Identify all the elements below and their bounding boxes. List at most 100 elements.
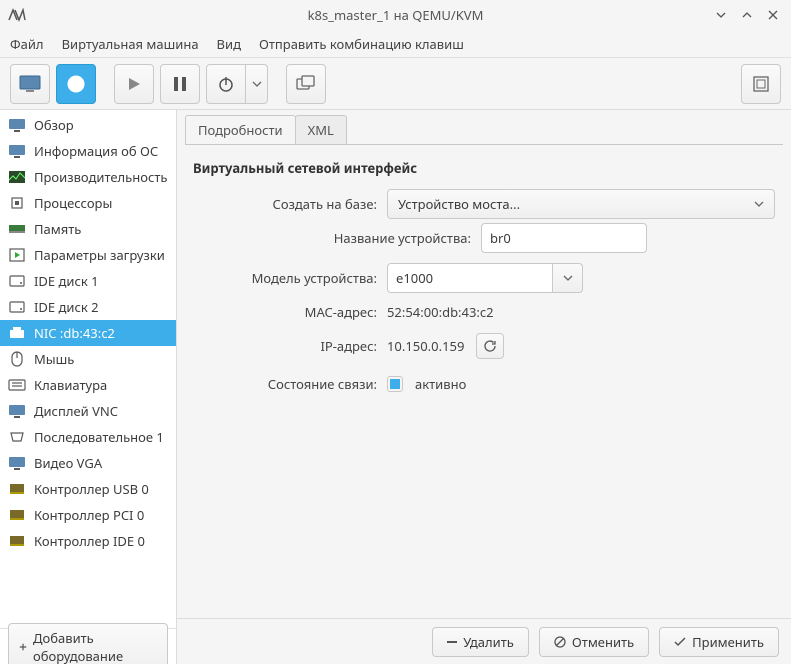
menu-view[interactable]: Вид bbox=[217, 35, 241, 53]
pause-button[interactable] bbox=[160, 64, 200, 104]
boot-icon bbox=[8, 247, 26, 263]
linkstate-value: активно bbox=[415, 375, 466, 393]
mac-label: MAC-адрес: bbox=[193, 303, 379, 321]
device-name-input[interactable]: br0 bbox=[481, 223, 647, 253]
sidebar-item-7[interactable]: IDE диск 2 bbox=[0, 294, 176, 320]
details-panel: Виртуальный сетевой интерфейс Создать на… bbox=[177, 145, 791, 618]
sidebar-item-label: IDE диск 1 bbox=[34, 272, 99, 290]
apply-button[interactable]: Применить bbox=[659, 627, 779, 657]
linkstate-checkbox[interactable] bbox=[387, 376, 403, 392]
plus-icon bbox=[19, 642, 27, 652]
sidebar-item-label: Мышь bbox=[34, 350, 74, 368]
app-icon bbox=[8, 6, 26, 24]
mac-value: 52:54:00:db:43:c2 bbox=[387, 303, 494, 321]
sidebar-item-label: Параметры загрузки bbox=[34, 246, 165, 264]
monitor-icon bbox=[8, 455, 26, 471]
linkstate-label: Состояние связи: bbox=[193, 375, 379, 393]
ctrl-icon bbox=[8, 533, 26, 549]
details-button[interactable] bbox=[56, 64, 96, 104]
window-title: k8s_master_1 на QEMU/KVM bbox=[0, 6, 791, 24]
sidebar-item-1[interactable]: Информация об ОС bbox=[0, 138, 176, 164]
sidebar-item-11[interactable]: Дисплей VNC bbox=[0, 398, 176, 424]
cancel-icon bbox=[554, 636, 566, 648]
sidebar-item-3[interactable]: Процессоры bbox=[0, 190, 176, 216]
sidebar-item-16[interactable]: Контроллер IDE 0 bbox=[0, 528, 176, 554]
sidebar-item-label: Последовательное 1 bbox=[34, 428, 164, 446]
sidebar-item-10[interactable]: Клавиатура bbox=[0, 372, 176, 398]
monitor-icon bbox=[8, 403, 26, 419]
sidebar-item-0[interactable]: Обзор bbox=[0, 112, 176, 138]
check-icon bbox=[674, 637, 686, 647]
toolbar bbox=[0, 58, 791, 110]
mem-icon bbox=[8, 221, 26, 237]
perf-icon bbox=[8, 169, 26, 185]
fullscreen-button[interactable] bbox=[741, 64, 781, 104]
device-model-select[interactable]: e1000 bbox=[387, 263, 583, 293]
keyboard-icon bbox=[8, 377, 26, 393]
close-button[interactable] bbox=[763, 5, 783, 25]
minus-icon bbox=[447, 641, 457, 643]
monitor-icon bbox=[8, 117, 26, 133]
sidebar-item-4[interactable]: Память bbox=[0, 216, 176, 242]
serial-icon bbox=[8, 429, 26, 445]
sidebar: Обзор Информация об ОС Производительность П… bbox=[0, 110, 177, 664]
ip-label: IP-адрес: bbox=[193, 337, 379, 355]
shutdown-menu-button[interactable] bbox=[246, 64, 268, 104]
run-button[interactable] bbox=[114, 64, 154, 104]
menu-file[interactable]: Файл bbox=[10, 35, 44, 53]
sidebar-item-12[interactable]: Последовательное 1 bbox=[0, 424, 176, 450]
model-label: Модель устройства: bbox=[193, 269, 379, 287]
minimize-button[interactable] bbox=[711, 5, 731, 25]
maximize-button[interactable] bbox=[737, 5, 757, 25]
tab-xml[interactable]: XML bbox=[295, 115, 347, 144]
menu-vm[interactable]: Виртуальная машина bbox=[62, 35, 199, 53]
chevron-down-icon bbox=[754, 201, 764, 207]
sidebar-item-label: Обзор bbox=[34, 116, 74, 134]
devname-label: Название устройства: bbox=[193, 229, 473, 247]
base-label: Создать на базе: bbox=[193, 195, 379, 213]
sidebar-item-5[interactable]: Параметры загрузки bbox=[0, 242, 176, 268]
sidebar-item-13[interactable]: Видео VGA bbox=[0, 450, 176, 476]
sidebar-item-6[interactable]: IDE диск 1 bbox=[0, 268, 176, 294]
sidebar-item-label: Производительность bbox=[34, 168, 168, 186]
sidebar-item-9[interactable]: Мышь bbox=[0, 346, 176, 372]
sidebar-item-label: Видео VGA bbox=[34, 454, 102, 472]
sidebar-item-14[interactable]: Контроллер USB 0 bbox=[0, 476, 176, 502]
tab-details[interactable]: Подробности bbox=[185, 115, 296, 144]
sidebar-item-label: Контроллер IDE 0 bbox=[34, 532, 145, 550]
chevron-down-icon bbox=[563, 275, 573, 281]
ctrl-icon bbox=[8, 481, 26, 497]
sidebar-item-2[interactable]: Производительность bbox=[0, 164, 176, 190]
sidebar-item-label: Дисплей VNC bbox=[34, 402, 118, 420]
sidebar-item-label: Клавиатура bbox=[34, 376, 107, 394]
device-model-dd[interactable] bbox=[553, 263, 583, 293]
add-hardware-button[interactable]: Добавить оборудование bbox=[8, 623, 168, 664]
sidebar-item-label: Контроллер PCI 0 bbox=[34, 506, 144, 524]
sidebar-item-15[interactable]: Контроллер PCI 0 bbox=[0, 502, 176, 528]
sidebar-item-label: Память bbox=[34, 220, 81, 238]
cancel-button[interactable]: Отменить bbox=[539, 627, 649, 657]
sidebar-item-label: IDE диск 2 bbox=[34, 298, 99, 316]
titlebar: k8s_master_1 на QEMU/KVM bbox=[0, 0, 791, 30]
cpu-icon bbox=[8, 195, 26, 211]
sidebar-item-8[interactable]: NIC :db:43:c2 bbox=[0, 320, 176, 346]
disk-icon bbox=[8, 299, 26, 315]
shutdown-button[interactable] bbox=[206, 64, 246, 104]
panel-heading: Виртуальный сетевой интерфейс bbox=[193, 159, 775, 177]
ip-refresh-button[interactable] bbox=[476, 333, 504, 359]
network-source-select[interactable]: Устройство моста... bbox=[387, 189, 775, 219]
console-button[interactable] bbox=[10, 64, 50, 104]
network-source-value: Устройство моста... bbox=[398, 195, 520, 213]
sidebar-item-label: NIC :db:43:c2 bbox=[34, 324, 115, 342]
sidebar-item-label: Процессоры bbox=[34, 194, 112, 212]
delete-button[interactable]: Удалить bbox=[432, 627, 529, 657]
tabbar: Подробности XML bbox=[177, 114, 791, 144]
ctrl-icon bbox=[8, 507, 26, 523]
mouse-icon bbox=[8, 351, 26, 367]
snapshots-button[interactable] bbox=[286, 64, 326, 104]
nic-icon bbox=[8, 325, 26, 341]
footer: Удалить Отменить Применить bbox=[177, 618, 791, 664]
refresh-icon bbox=[483, 339, 497, 353]
menu-sendkey[interactable]: Отправить комбинацию клавиш bbox=[259, 35, 464, 53]
sidebar-item-label: Контроллер USB 0 bbox=[34, 480, 149, 498]
